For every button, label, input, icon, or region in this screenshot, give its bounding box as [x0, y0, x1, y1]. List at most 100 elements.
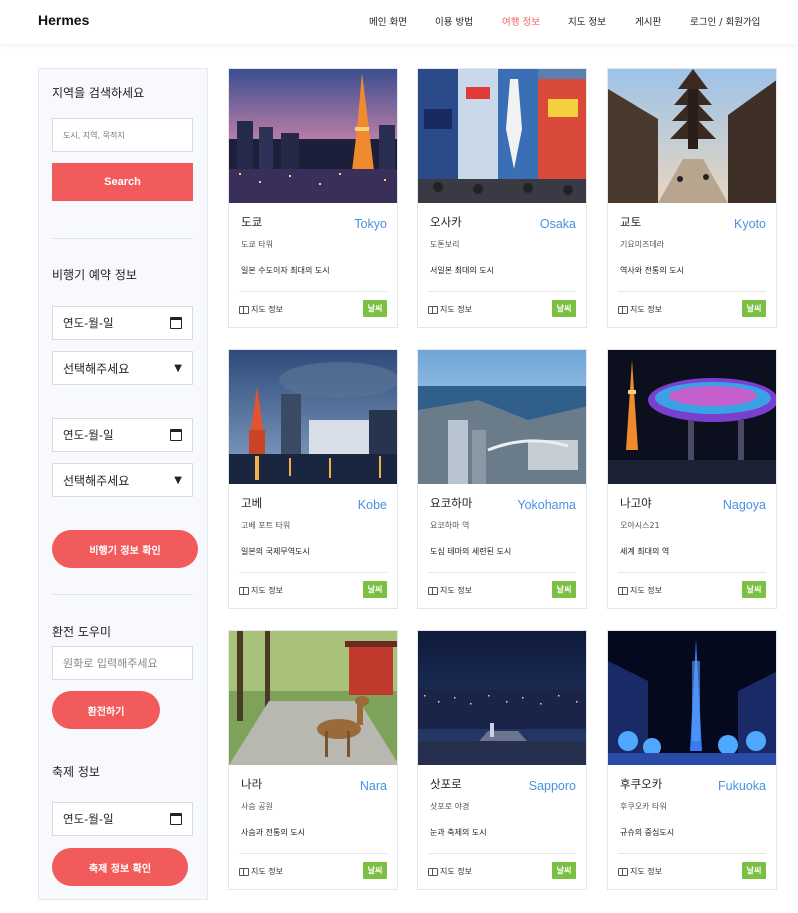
map-icon	[428, 867, 438, 876]
map-info-link[interactable]: 지도 정보	[239, 304, 283, 315]
map-icon	[618, 867, 628, 876]
city-name-en: Nara	[359, 779, 387, 793]
map-info-link[interactable]: 지도 정보	[618, 304, 662, 315]
festival-info-button[interactable]: 축제 정보 확인	[52, 848, 188, 886]
city-name-en: Kyoto	[734, 217, 766, 231]
city-name-ko: 나라	[241, 777, 263, 791]
weather-button[interactable]: 날씨	[363, 862, 387, 879]
map-info-link[interactable]: 지도 정보	[618, 866, 662, 877]
exchange-amount-input[interactable]: 원화로 입력해주세요	[52, 646, 193, 680]
city-card-fukuoka[interactable]: 후쿠오카 Fukuoka 후쿠오카 타워 규슈의 중심도시 지도 정보 날씨	[607, 630, 777, 890]
city-card-nagoya[interactable]: 나고야 Nagoya 오아시스21 세계 최대의 역 지도 정보 날씨	[607, 349, 777, 609]
city-photo-dotonbori[interactable]	[418, 69, 586, 203]
map-info-link[interactable]: 지도 정보	[428, 866, 472, 877]
city-landmark: 기요미즈데라	[620, 240, 665, 249]
map-icon	[239, 305, 249, 314]
map-info-label: 지도 정보	[251, 867, 283, 876]
flight-title: 비행기 예약 정보	[52, 268, 137, 282]
map-info-link[interactable]: 지도 정보	[618, 585, 662, 596]
flight-info-button[interactable]: 비행기 정보 확인	[52, 530, 198, 568]
city-landmark: 사슴 공원	[241, 802, 273, 811]
city-description: 사슴과 전통의 도시	[241, 828, 305, 837]
city-name-en: Osaka	[539, 217, 576, 231]
calendar-icon[interactable]	[170, 317, 182, 329]
date-placeholder: 연도-월-일	[63, 316, 114, 330]
city-landmark: 오아시스21	[620, 521, 660, 530]
city-name-ko: 삿포로	[430, 777, 462, 791]
city-card-sapporo[interactable]: 삿포로 Sapporo 삿포로 야경 눈과 축제의 도시 지도 정보 날씨	[417, 630, 587, 890]
weather-button[interactable]: 날씨	[552, 862, 576, 879]
search-button[interactable]: Search	[52, 163, 193, 201]
map-info-label: 지도 정보	[630, 867, 662, 876]
nav-item-home[interactable]: 메인 화면	[369, 14, 407, 28]
divider	[239, 291, 387, 292]
map-icon	[239, 867, 249, 876]
nav-item-map-info[interactable]: 지도 정보	[568, 14, 606, 28]
city-photo-kiyomizudera[interactable]	[608, 69, 776, 203]
map-icon	[428, 586, 438, 595]
region-search-input[interactable]: 도시, 지역, 목적지	[52, 118, 193, 152]
city-photo-yokohama-station[interactable]	[418, 350, 586, 484]
nav-item-travel-info[interactable]: 여행 정보	[502, 14, 540, 28]
divider	[428, 853, 576, 854]
departure-date-input[interactable]: 연도-월-일	[52, 306, 193, 340]
festival-date-input[interactable]: 연도-월-일	[52, 802, 193, 836]
nav-item-how-to-use[interactable]: 이용 방법	[435, 14, 473, 28]
city-photo-tokyo-tower[interactable]	[229, 69, 397, 203]
map-info-label: 지도 정보	[251, 305, 283, 314]
weather-button[interactable]: 날씨	[742, 862, 766, 879]
weather-button[interactable]: 날씨	[363, 300, 387, 317]
city-name-ko: 교토	[620, 215, 642, 229]
weather-button[interactable]: 날씨	[552, 581, 576, 598]
city-photo-fukuoka-tower[interactable]	[608, 631, 776, 765]
sidebar: 지역을 검색하세요 도시, 지역, 목적지 Search 비행기 예약 정보 연…	[38, 68, 208, 900]
departure-select[interactable]: 선택해주세요 ▼	[52, 351, 193, 385]
city-name-ko: 요코하마	[430, 496, 473, 510]
city-description: 도심 테마의 세련된 도시	[430, 547, 512, 556]
nav-item-login-signup[interactable]: 로그인 / 회원가입	[690, 14, 760, 28]
city-landmark: 도톤보리	[430, 240, 460, 249]
city-card-nara[interactable]: 나라 Nara 사슴 공원 사슴과 전통의 도시 지도 정보 날씨	[228, 630, 398, 890]
nav-item-board[interactable]: 게시판	[635, 14, 661, 28]
city-description: 일본의 국제무역도시	[241, 547, 310, 556]
city-photo-sapporo-night-view[interactable]	[418, 631, 586, 765]
city-name-ko: 오사카	[430, 215, 462, 229]
map-info-label: 지도 정보	[251, 586, 283, 595]
city-name-en: Kobe	[357, 498, 387, 512]
city-card-kyoto[interactable]: 교토 Kyoto 기요미즈데라 역사와 전통의 도시 지도 정보 날씨	[607, 68, 777, 328]
map-icon	[618, 305, 628, 314]
city-card-tokyo[interactable]: 도쿄 Tokyo 도쿄 타워 일본 수도이자 최대의 도시 지도 정보 날씨	[228, 68, 398, 328]
weather-button[interactable]: 날씨	[742, 581, 766, 598]
city-photo-kobe-port-tower[interactable]	[229, 350, 397, 484]
divider	[618, 572, 766, 573]
city-photo-deer-park[interactable]	[229, 631, 397, 765]
city-card-kobe[interactable]: 고베 Kobe 고베 포트 타워 일본의 국제무역도시 지도 정보 날씨	[228, 349, 398, 609]
calendar-icon[interactable]	[170, 813, 182, 825]
city-name-en: Nagoya	[722, 498, 766, 512]
map-info-link[interactable]: 지도 정보	[239, 585, 283, 596]
city-description: 서일본 최대의 도시	[430, 266, 494, 275]
city-card-osaka[interactable]: 오사카 Osaka 도톤보리 서일본 최대의 도시 지도 정보 날씨	[417, 68, 587, 328]
map-info-link[interactable]: 지도 정보	[239, 866, 283, 877]
calendar-icon[interactable]	[170, 429, 182, 441]
divider	[239, 853, 387, 854]
weather-button[interactable]: 날씨	[742, 300, 766, 317]
weather-button[interactable]: 날씨	[552, 300, 576, 317]
date-placeholder: 연도-월-일	[63, 428, 114, 442]
map-info-link[interactable]: 지도 정보	[428, 585, 472, 596]
city-photo-oasis21[interactable]	[608, 350, 776, 484]
map-info-label: 지도 정보	[630, 586, 662, 595]
city-description: 규슈의 중심도시	[620, 828, 675, 837]
city-name-en: Tokyo	[354, 217, 387, 231]
return-select[interactable]: 선택해주세요 ▼	[52, 463, 193, 497]
divider	[239, 572, 387, 573]
map-icon	[239, 586, 249, 595]
city-description: 역사와 전통의 도시	[620, 266, 684, 275]
map-info-link[interactable]: 지도 정보	[428, 304, 472, 315]
weather-button[interactable]: 날씨	[363, 581, 387, 598]
return-date-input[interactable]: 연도-월-일	[52, 418, 193, 452]
exchange-button[interactable]: 환전하기	[52, 691, 160, 729]
city-card-yokohama[interactable]: 요코하마 Yokohama 요코하마 역 도심 테마의 세련된 도시 지도 정보…	[417, 349, 587, 609]
select-placeholder: 선택해주세요	[63, 473, 130, 488]
divider	[52, 238, 193, 239]
